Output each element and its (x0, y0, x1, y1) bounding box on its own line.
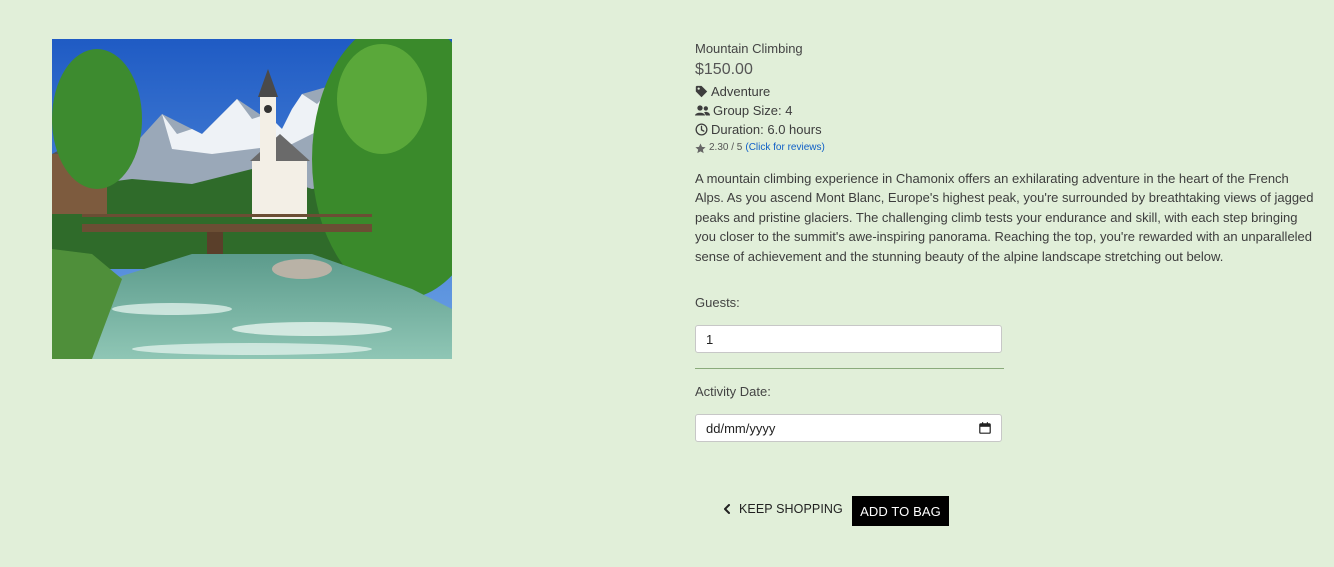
chevron-left-icon (724, 504, 730, 514)
activity-date-input[interactable]: dd/mm/yyyy (695, 414, 1002, 442)
product-rating: 2.30 / 5 (Click for reviews) (695, 140, 1320, 156)
guests-label: Guests: (695, 295, 740, 310)
product-price: $150.00 (695, 61, 753, 78)
users-icon (695, 105, 710, 116)
duration-label: Duration: 6.0 hours (711, 122, 822, 137)
clock-icon (695, 123, 708, 136)
activity-date-label: Activity Date: (695, 384, 771, 399)
product-details: Mountain Climbing $150.00 Adventure Grou… (695, 40, 1320, 266)
date-placeholder: dd/mm/yyyy (706, 420, 776, 436)
keep-shopping-label: KEEP SHOPPING (739, 502, 843, 516)
rating-value: 2.30 / 5 (709, 142, 743, 153)
keep-shopping-button[interactable]: KEEP SHOPPING (722, 502, 843, 516)
guests-input[interactable]: 1 (695, 325, 1002, 353)
product-image (52, 39, 452, 359)
product-group-size: Group Size: 4 (695, 101, 1320, 120)
guests-value: 1 (706, 331, 714, 347)
product-name: Mountain Climbing (695, 41, 803, 56)
add-to-bag-button[interactable]: ADD TO BAG (852, 496, 949, 526)
category-label: Adventure (711, 84, 771, 99)
group-size-label: Group Size: 4 (713, 103, 793, 118)
calendar-icon[interactable] (979, 422, 991, 434)
product-category: Adventure (695, 82, 1320, 101)
tag-icon (695, 85, 708, 98)
reviews-link[interactable]: (Click for reviews) (745, 140, 824, 156)
product-duration: Duration: 6.0 hours (695, 120, 1320, 139)
product-description: A mountain climbing experience in Chamon… (695, 171, 1314, 264)
star-icon (695, 143, 706, 153)
divider (695, 368, 1004, 369)
